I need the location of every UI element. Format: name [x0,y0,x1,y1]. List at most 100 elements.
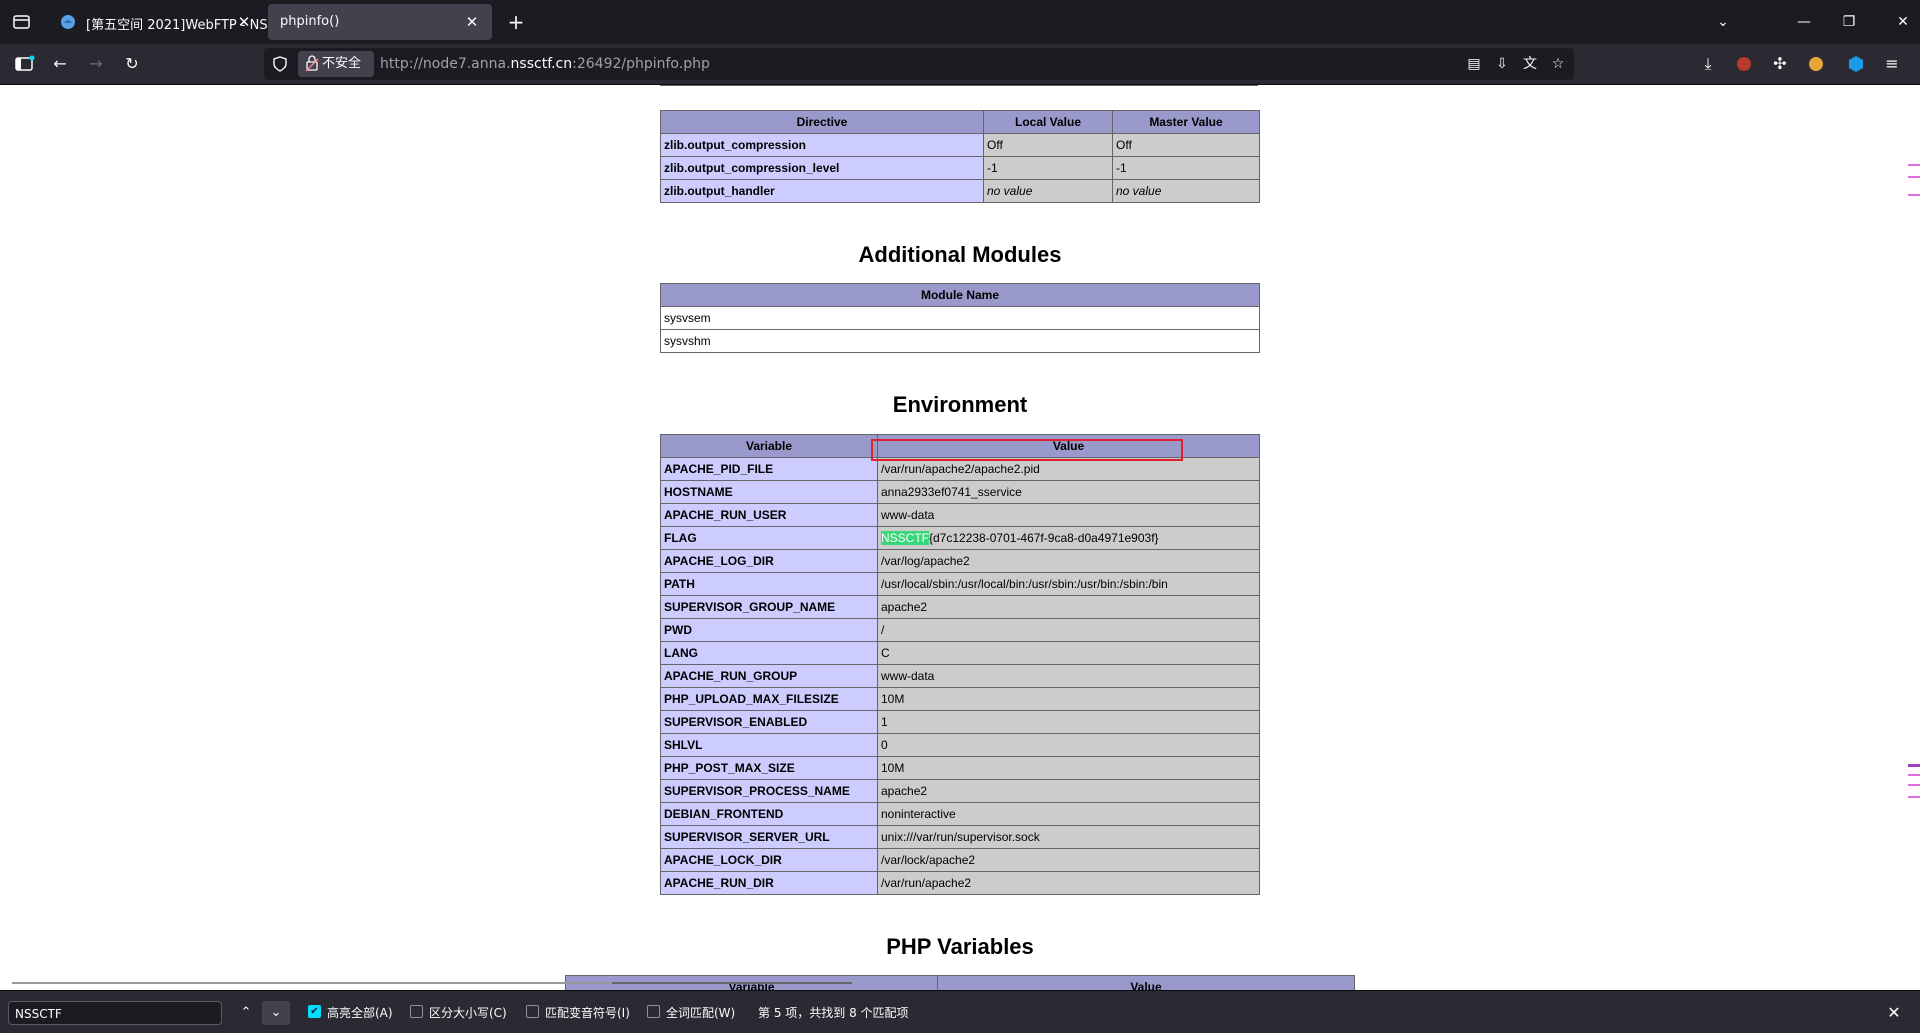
extension-blue-icon[interactable] [1840,48,1872,80]
env-variable-name: APACHE_LOG_DIR [660,549,878,573]
env-variable-name: APACHE_RUN_GROUP [660,664,878,688]
extensions-puzzle-icon[interactable]: ✣ [1764,48,1796,80]
environment-table: Variable Value APACHE_PID_FILE/var/run/a… [660,434,1260,895]
table-row: zlib.output_compression Off Off [660,133,1260,157]
current-match-marker [1908,764,1920,767]
module-name: sysvsem [660,306,1260,330]
env-variable-name: PHP_UPLOAD_MAX_FILESIZE [660,687,878,711]
translate-icon[interactable]: 文 [1516,48,1544,80]
table-row: PHP_UPLOAD_MAX_FILESIZE 10M [660,687,1260,711]
env-variable-name: PWD [660,618,878,642]
env-variable-value: 10M [877,687,1260,711]
reader-view-icon[interactable]: ▤ [1460,48,1488,80]
checkbox-icon [526,1005,539,1018]
env-variable-value: apache2 [877,595,1260,619]
directive-name: zlib.output_handler [660,179,984,203]
table-row: DEBIAN_FRONTEND noninteractive [660,802,1260,826]
checkbox-label: 匹配变音符号(I) [545,1006,630,1020]
directive-name: zlib.output_compression_level [660,156,984,180]
additional-modules-heading: Additional Modules [858,242,1062,267]
env-variable-name: PHP_POST_MAX_SIZE [660,756,878,780]
horizontal-scrollbar[interactable] [12,982,852,984]
env-variable-name: SUPERVISOR_GROUP_NAME [660,595,878,619]
phpinfo-page: Directive Local Value Master Value zlib.… [0,85,1920,990]
tab-list-button[interactable] [0,0,54,44]
table-row: sysvshm [660,329,1260,353]
local-value: Off [983,133,1113,157]
bookmark-star-icon[interactable]: ☆ [1544,48,1572,80]
url-domain: nssctf.cn [510,56,573,72]
find-bar: NSSCTF ⌃ ⌄ ✔ 高亮全部(A) 区分大小写(C) 匹配变音符号(I) … [0,990,1920,1033]
column-header: Directive [660,110,984,134]
address-bar[interactable]: 不安全 http://node7.anna.nssctf.cn:26492/ph… [264,48,1574,80]
env-variable-name: HOSTNAME [660,480,878,504]
tab-close-icon[interactable]: ✕ [458,8,486,36]
env-variable-name: PATH [660,572,878,596]
tab-webftp[interactable]: [第五空间 2021]WebFTP - NSS ✕ [48,4,276,40]
back-icon[interactable]: ← [44,48,76,80]
env-variable-value: /var/lock/apache2 [877,848,1260,872]
tab-phpinfo[interactable]: phpinfo() ✕ [268,4,492,40]
extension-orange-icon[interactable] [1800,48,1832,80]
url-prefix: http://node7.anna. [380,56,511,72]
save-to-pocket-icon[interactable]: ⇩ [1488,48,1516,80]
find-bar-close-icon[interactable]: ✕ [1880,999,1908,1027]
insecure-lock-icon [305,55,319,72]
tab-close-icon[interactable]: ✕ [230,8,258,36]
env-variable-name: SHLVL [660,733,878,757]
table-row: SUPERVISOR_ENABLED 1 [660,710,1260,734]
env-variable-value: apache2 [877,779,1260,803]
table-row: zlib.output_compression_level -1 -1 [660,156,1260,180]
find-previous-icon[interactable]: ⌃ [232,1001,260,1025]
reload-icon[interactable]: ↻ [116,48,148,80]
downloads-icon[interactable]: ⤓ [1692,48,1724,80]
module-name: sysvshm [660,329,1260,353]
no-value-text: no value [987,184,1033,198]
table-row: HOSTNAME anna2933ef0741_sservice [660,480,1260,504]
env-variable-value: /var/run/apache2 [877,871,1260,895]
forward-icon[interactable]: → [80,48,112,80]
tracking-protection-shield-icon[interactable] [272,56,288,72]
flag-annotation-box [871,439,1183,461]
table-row: zlib.output_handler no value no value [660,179,1260,203]
master-value: -1 [1112,156,1260,180]
url-suffix: :26492/phpinfo.php [572,56,710,72]
scrollbar-thumb[interactable] [612,982,852,984]
env-variable-name: SUPERVISOR_ENABLED [660,710,878,734]
extension-red-icon[interactable] [1728,48,1760,80]
window-close-icon[interactable]: ✕ [1874,0,1920,44]
env-variable-value: www-data [877,503,1260,527]
env-variable-name: SUPERVISOR_SERVER_URL [660,825,878,849]
directive-name: zlib.output_compression [660,133,984,157]
checkbox-checked-icon: ✔ [308,1005,321,1018]
local-value: no value [983,179,1113,203]
column-header: Local Value [983,110,1113,134]
env-variable-value: unix:///var/run/supervisor.sock [877,825,1260,849]
tab-list-icon [13,15,30,29]
env-variable-value: / [877,618,1260,642]
list-all-tabs-chevron-icon[interactable]: ⌄ [1694,0,1752,44]
scrollbar-match-markers[interactable] [1908,84,1920,990]
previous-table-cell-divider [934,85,935,86]
app-menu-icon[interactable]: ≡ [1876,48,1908,80]
url-text[interactable]: http://node7.anna.nssctf.cn:26492/phpinf… [380,48,710,80]
match-marker [1908,164,1920,166]
master-value: no value [1112,179,1260,203]
tab-title: phpinfo() [280,14,340,29]
find-match-highlight: NSSCTF [881,531,929,545]
restore-icon[interactable]: ❐ [1820,0,1878,44]
env-variable-value: 0 [877,733,1260,757]
env-variable-value: anna2933ef0741_sservice [877,480,1260,504]
find-input[interactable]: NSSCTF [8,1001,222,1025]
env-variable-name: LANG [660,641,878,665]
env-variable-name: APACHE_PID_FILE [660,457,878,481]
env-variable-value: 1 [877,710,1260,734]
connection-not-secure-button[interactable]: 不安全 [298,51,374,77]
site-favicon-icon [61,15,75,29]
navigation-toolbar: ← → ↻ 不安全 http://node7.anna.nssctf.cn:26… [0,44,1920,85]
table-row: SUPERVISOR_PROCESS_NAME apache2 [660,779,1260,803]
new-tab-button[interactable]: + [502,8,530,36]
find-next-icon[interactable]: ⌄ [262,1001,290,1025]
sidebar-toggle-icon[interactable] [8,48,40,80]
table-row: PHP_POST_MAX_SIZE 10M [660,756,1260,780]
